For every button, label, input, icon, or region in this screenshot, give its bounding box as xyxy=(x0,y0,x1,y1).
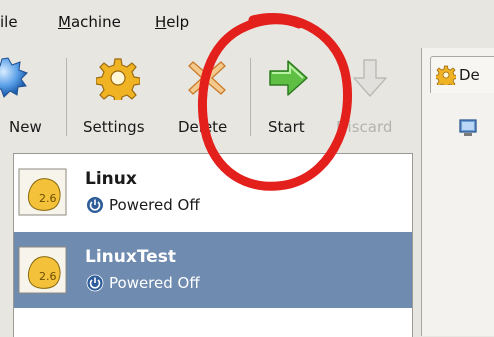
details-panel: De xyxy=(421,48,494,336)
new-button[interactable]: New xyxy=(0,46,62,146)
menu-help-label: elp xyxy=(166,13,190,31)
menu-machine-label: achine xyxy=(70,13,121,31)
discard-button[interactable]: Discard xyxy=(330,46,410,146)
tab-details-label: De xyxy=(459,66,480,84)
menu-bar: ile Machine Help xyxy=(0,0,494,42)
vm-list[interactable]: 2.6 Linux Powered Off 2.6 LinuxTest Powe… xyxy=(13,153,413,337)
new-label: New xyxy=(9,118,42,136)
delete-button[interactable]: Delete xyxy=(172,46,242,146)
delete-label: Delete xyxy=(178,118,228,136)
delete-icon xyxy=(188,61,226,95)
vm-state: Powered Off xyxy=(109,274,200,292)
menu-machine-mnemonic: M xyxy=(58,13,71,31)
menu-file[interactable]: ile xyxy=(0,13,18,31)
monitor-icon xyxy=(459,119,477,136)
power-icon xyxy=(86,274,104,292)
vm-name: LinuxTest xyxy=(85,247,176,267)
linux-os-icon: 2.6 xyxy=(18,168,67,216)
settings-button[interactable]: Settings xyxy=(80,46,156,146)
os-badge: 2.6 xyxy=(39,192,57,205)
menu-machine[interactable]: Machine xyxy=(58,13,121,31)
start-button[interactable]: Start xyxy=(258,46,318,146)
vm-list-item[interactable]: 2.6 Linux Powered Off xyxy=(14,154,412,230)
gear-icon xyxy=(436,65,456,85)
settings-label: Settings xyxy=(83,118,145,136)
menu-help[interactable]: Help xyxy=(155,13,189,31)
menu-help-mnemonic: H xyxy=(155,13,167,31)
start-label: Start xyxy=(268,118,305,136)
power-icon xyxy=(87,197,103,213)
discard-arrow-icon xyxy=(353,59,387,97)
gear-icon xyxy=(96,58,140,100)
toolbar-separator xyxy=(250,58,251,136)
discard-label: Discard xyxy=(336,118,393,136)
toolbar-separator xyxy=(66,58,67,136)
linux-os-icon: 2.6 xyxy=(18,246,67,294)
start-arrow-icon xyxy=(269,60,308,96)
vm-name: Linux xyxy=(85,169,137,189)
vm-state: Powered Off xyxy=(109,196,200,214)
new-icon xyxy=(0,57,28,98)
toolbar: New Settings Delete Start Discard xyxy=(0,46,420,146)
os-badge: 2.6 xyxy=(39,270,57,283)
vm-list-item-selected[interactable]: 2.6 LinuxTest Powered Off xyxy=(14,232,412,308)
tab-details[interactable]: De xyxy=(430,56,494,93)
